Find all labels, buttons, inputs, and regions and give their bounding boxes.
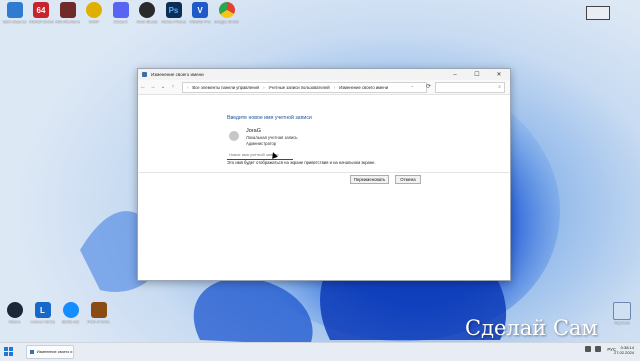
minimize-button[interactable]: – [444,69,466,80]
desktop-icon-label: AIDA64 Extreme [28,20,54,24]
avatar [229,131,239,141]
desktop-icon[interactable]: Discord [108,2,133,25]
search-input[interactable]: ⌕ [435,82,505,93]
breadcrumb-item[interactable]: Все элементы панели управления [192,85,259,90]
desktop-icon-label: Adobe Photoshop [161,20,186,24]
desktop-icon[interactable]: L Lenovo Vantage [30,302,55,325]
breadcrumb-item[interactable]: Изменение своего имени [339,85,388,90]
hint-text: Это имя будет отображаться на экране при… [227,160,376,165]
user-name: JoraG [246,128,261,134]
discord-icon [112,2,129,18]
control-panel-icon [30,350,34,354]
taskbar-item-label: Изменение своего и [36,350,73,354]
system-tray: РУС [581,346,616,352]
desktop-icon[interactable]: GIMP [82,2,107,25]
desktop-icon-label: Sam channel [2,20,27,24]
desktop-icon[interactable]: MSI Afterburner [55,2,80,25]
desktop-icon[interactable]: Battle.net [58,302,83,325]
taskbar: Изменение своего и РУС 0:38:14 27.02.202… [0,342,640,361]
chevron-down-icon[interactable]: ⌄ [411,83,414,88]
control-panel-icon [142,72,147,77]
desktop-icons-bottom: Steam L Lenovo Vantage Battle.net Path o… [2,302,114,325]
desktop-icon-label: Battle.net [62,320,79,324]
rename-account-window: Изменение своего имени – ☐ ✕ ← → ⌄ ↑ › В… [137,68,511,281]
volume-icon[interactable] [595,346,602,352]
maximize-button[interactable]: ☐ [466,69,488,80]
close-button[interactable]: ✕ [488,69,510,80]
desktop-icon[interactable]: Ps Adobe Photoshop [161,2,186,25]
rename-button[interactable]: Переименовать [350,175,389,184]
photoshop-icon: Ps [165,2,182,18]
recycle-bin-label: Корзина [614,320,630,325]
gimp-icon [86,2,102,18]
desktop-icons-top: Sam channel 64 AIDA64 Extreme MSI Afterb… [2,2,241,25]
window-title: Изменение своего имени [151,72,204,77]
desktop-icon[interactable]: Google Chrome [214,2,239,25]
breadcrumb-item[interactable]: Учетные записи пользователей [269,85,330,90]
divider [138,172,510,173]
watermark: Сделай Сам [465,316,598,340]
start-icon[interactable] [4,347,13,356]
vegas-icon: V [192,2,208,18]
lenovo-icon: L [34,302,51,318]
clock-date: 27.02.2024 [613,350,634,355]
obs-icon [139,2,155,18]
back-arrow-icon[interactable]: ← [138,84,148,90]
clock[interactable]: 0:38:14 27.02.2024 [614,345,634,355]
desktop-icon[interactable]: 64 AIDA64 Extreme [29,2,54,25]
search-icon: ⌕ [498,84,501,90]
recycle-bin-icon[interactable] [613,302,631,320]
address-bar: ← → ⌄ ↑ › Все элементы панели управления… [138,80,510,95]
desktop-icon-label: MSI Afterburner [55,20,80,24]
desktop-icon-label: Path of Exile [87,320,110,324]
taskbar-item[interactable]: Изменение своего и [26,345,74,359]
recent-locations-icon[interactable]: ⌄ [158,84,168,90]
steam-icon [6,302,23,318]
title-bar[interactable]: Изменение своего имени – ☐ ✕ [138,69,510,80]
refresh-icon[interactable]: ⟳ [426,83,431,90]
page-title: Введите новое имя учетной записи [227,115,312,121]
forward-arrow-icon[interactable]: → [148,84,158,90]
desktop-icon-label: VEGAS Pro [189,20,211,24]
chrome-icon [218,2,235,18]
monitor-icon[interactable] [586,6,610,20]
window-controls: – ☐ ✕ [444,69,510,80]
desktop-icon[interactable]: Sam channel [2,2,27,25]
network-icon[interactable] [585,346,592,352]
breadcrumb-separator: › [263,85,265,90]
aida64-icon: 64 [33,2,49,18]
new-account-name-field[interactable] [227,150,293,160]
breadcrumb-separator: › [187,85,189,90]
battlenet-icon [62,302,79,318]
desktop-icon-label: OBS Studio [136,20,158,24]
desktop-icon-label: Steam [8,320,21,324]
desktop-icon[interactable]: OBS Studio [135,2,160,25]
desktop-icon-label: GIMP [88,20,100,24]
desktop-icon[interactable]: Path of Exile [86,302,111,325]
afterburner-icon [59,2,76,18]
desktop-icon[interactable]: Steam [2,302,27,325]
desktop-icon[interactable]: V VEGAS Pro [188,2,213,25]
breadcrumb-separator: › [333,85,336,90]
desktop-icon-label: Lenovo Vantage [30,320,55,324]
account-role: Администратор [246,141,277,146]
up-arrow-icon[interactable]: ↑ [168,84,178,90]
breadcrumb[interactable]: › Все элементы панели управления › Учетн… [182,82,427,93]
desktop-icon-label: Discord [113,20,128,24]
poe-icon [90,302,107,318]
cancel-button[interactable]: Отмена [395,175,421,184]
monitor-icon [6,2,23,18]
desktop-icon-label: Google Chrome [214,20,239,24]
account-type: Локальная учетная запись [246,135,298,140]
